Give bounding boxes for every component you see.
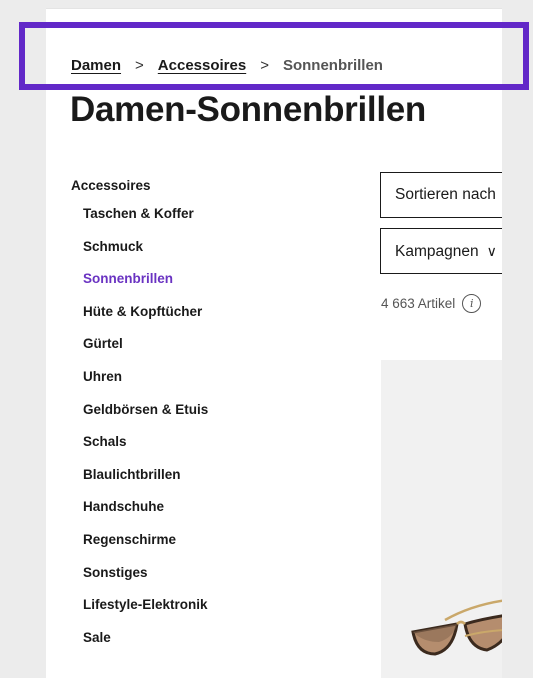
result-count-text: 4 663 Artikel — [381, 296, 456, 311]
breadcrumb-highlight-box — [19, 22, 529, 90]
sort-label: Sortieren nach — [395, 186, 496, 203]
sidebar-item-schals[interactable]: Schals — [71, 431, 331, 464]
sidebar-item-lifestyle-elektronik[interactable]: Lifestyle-Elektronik — [71, 594, 331, 627]
chevron-down-icon: ∨ — [486, 243, 497, 259]
sidebar-item-blaulichtbrillen[interactable]: Blaulichtbrillen — [71, 464, 331, 497]
divider — [46, 8, 502, 9]
product-card[interactable] — [381, 360, 502, 678]
result-count: 4 663 Artikel i — [381, 294, 482, 313]
sort-dropdown[interactable]: Sortieren nach — [380, 172, 502, 218]
sidebar-item-schmuck[interactable]: Schmuck — [71, 236, 331, 269]
campaign-filter[interactable]: Kampagnen ∨ — [380, 228, 502, 274]
sidebar-item-sale[interactable]: Sale — [71, 627, 331, 660]
sidebar-heading[interactable]: Accessoires — [71, 175, 331, 197]
page-title: Damen-Sonnenbrillen — [70, 90, 427, 129]
sidebar-item-huete-kopftuecher[interactable]: Hüte & Kopftücher — [71, 301, 331, 334]
sidebar-item-sonnenbrillen[interactable]: Sonnenbrillen — [71, 268, 331, 301]
category-sidebar: Accessoires Taschen & Koffer Schmuck Son… — [71, 175, 331, 659]
sidebar-item-guertel[interactable]: Gürtel — [71, 333, 331, 366]
sidebar-item-geldboersen-etuis[interactable]: Geldbörsen & Etuis — [71, 399, 331, 432]
sidebar-item-handschuhe[interactable]: Handschuhe — [71, 496, 331, 529]
info-icon[interactable]: i — [462, 294, 482, 313]
sidebar-item-regenschirme[interactable]: Regenschirme — [71, 529, 331, 562]
sunglasses-image — [411, 599, 502, 656]
campaign-label: Kampagnen — [395, 243, 479, 260]
sidebar-item-uhren[interactable]: Uhren — [71, 366, 331, 399]
page-content: Damen > Accessoires > Sonnenbrillen Dame… — [46, 8, 502, 678]
sidebar-item-sonstiges[interactable]: Sonstiges — [71, 562, 331, 595]
sidebar-item-taschen-koffer[interactable]: Taschen & Koffer — [71, 203, 331, 236]
sidebar-list: Taschen & Koffer Schmuck Sonnenbrillen H… — [71, 203, 331, 659]
